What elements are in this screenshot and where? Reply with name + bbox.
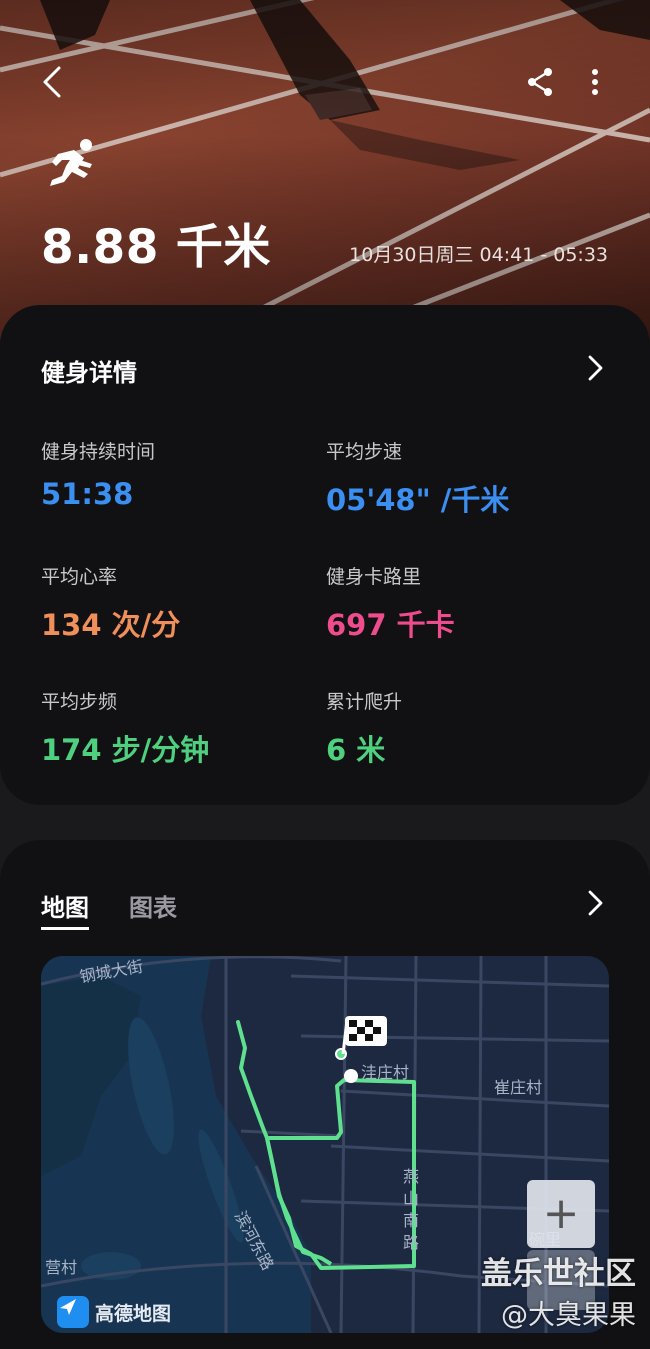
map-provider-name: 高德地图: [95, 1302, 172, 1325]
watermark-user: @大臭果果: [501, 1300, 636, 1331]
distance-value: 8.88 千米: [41, 220, 271, 275]
map-provider-logo: 高德地图: [57, 1296, 171, 1328]
stat-label: 健身卡路里: [326, 566, 422, 588]
workout-details-card: 健身详情 健身持续时间 51:38 平均步速 05'48" /千米 平均心率 1…: [0, 305, 650, 805]
stat-elevation: 累计爬升 6 米: [326, 687, 586, 769]
tab-map[interactable]: 地图: [41, 888, 89, 930]
amap-logo-icon: [57, 1296, 89, 1328]
stat-label: 平均心率: [41, 566, 118, 588]
stat-value: 697 千卡: [326, 608, 455, 642]
stat-value: 134 次/分: [41, 608, 181, 642]
more-options-button[interactable]: [578, 62, 612, 102]
stat-label: 平均步速: [326, 441, 403, 463]
stat-value: 05'48" /千米: [326, 483, 510, 517]
stat-value: 51:38: [41, 477, 134, 511]
stat-duration: 健身持续时间 51:38: [41, 437, 301, 511]
share-button[interactable]: [520, 62, 560, 102]
stat-heart-rate: 平均心率 134 次/分: [41, 562, 301, 644]
map-label-road: 燕山南路: [403, 1167, 420, 1252]
stat-cadence: 平均步频 174 步/分钟: [41, 687, 301, 769]
tab-chart[interactable]: 图表: [129, 888, 177, 923]
chevron-right-icon: [588, 355, 603, 381]
map-label-village: 营村: [45, 1258, 78, 1277]
workout-datetime: 10月30日周三 04:41 - 05:33: [349, 244, 608, 266]
stat-label: 平均步频: [41, 691, 118, 713]
stat-calories: 健身卡路里 697 千卡: [326, 562, 586, 644]
map-label-village: 洼庄村: [361, 1063, 410, 1082]
map-label-village: 崔庄村: [494, 1078, 543, 1097]
stat-label: 健身持续时间: [41, 441, 156, 463]
back-button[interactable]: [30, 60, 74, 104]
stat-value: 6 米: [326, 733, 386, 767]
stat-label: 累计爬升: [326, 691, 403, 713]
details-title: 健身详情: [41, 359, 137, 387]
chevron-right-icon: [588, 890, 603, 916]
watermark-community: 盖乐世社区: [481, 1256, 636, 1292]
stat-value: 174 步/分钟: [41, 733, 210, 767]
map-expand-button[interactable]: [578, 886, 612, 920]
stat-pace: 平均步速 05'48" /千米: [326, 437, 586, 519]
more-vertical-icon: [592, 69, 598, 95]
running-icon: [50, 139, 92, 186]
zoom-in-button[interactable]: +: [527, 1180, 595, 1248]
share-icon: [528, 68, 552, 96]
details-expand-button[interactable]: [578, 351, 612, 385]
chevron-left-icon: [43, 66, 61, 98]
